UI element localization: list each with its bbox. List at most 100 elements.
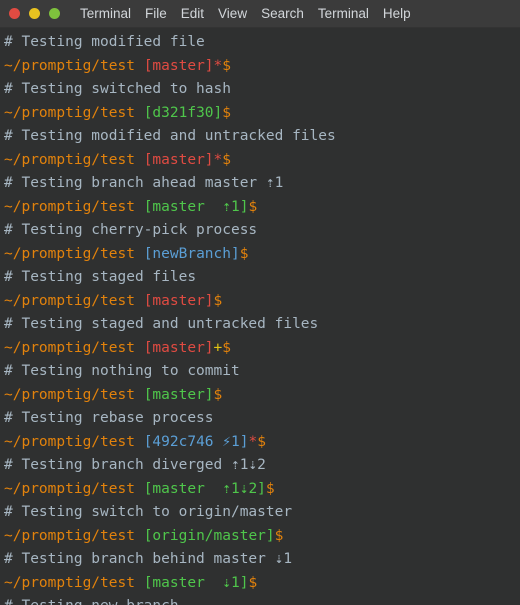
git-status-flag: * [248, 433, 258, 450]
prompt-line: ~/promptig/test [d321f30]$ [2, 102, 520, 126]
comment-text: # Testing branch ahead master ⇡1 [4, 175, 284, 191]
prompt-line: ~/promptig/test [492c746 ⚡1]*$ [2, 431, 520, 455]
terminal-window: Terminal File Edit View Search Terminal Help #… [0, 0, 520, 605]
comment-line: # Testing cherry-pick process [2, 219, 520, 243]
comment-text: # Testing branch behind master ⇣1 [4, 551, 293, 567]
git-branch-indicator: [master] [143, 57, 214, 74]
git-branch-indicator: [newBranch] [143, 245, 240, 262]
git-branch-indicator: [master ⇣1] [143, 574, 249, 591]
git-branch-indicator: [origin/master] [143, 527, 275, 544]
prompt-symbol: $ [274, 527, 284, 544]
prompt-line: ~/promptig/test [master ⇡1⇣2]$ [2, 478, 520, 502]
prompt-path: ~/promptig/test [4, 527, 135, 544]
git-branch-indicator: [master] [143, 151, 214, 168]
prompt-line: ~/promptig/test [master]$ [2, 290, 520, 314]
comment-line: # Testing new branch [2, 595, 520, 605]
prompt-symbol: $ [239, 245, 249, 262]
prompt-path: ~/promptig/test [4, 245, 135, 262]
prompt-path: ~/promptig/test [4, 339, 135, 356]
comment-text: # Testing staged files [4, 269, 197, 285]
prompt-line: ~/promptig/test [origin/master]$ [2, 525, 520, 549]
comment-text: # Testing rebase process [4, 410, 214, 426]
prompt-line: ~/promptig/test [master ⇣1]$ [2, 572, 520, 596]
menu-item-help-6[interactable]: Help [383, 0, 411, 28]
menu-item-terminal-0[interactable]: Terminal [80, 0, 131, 28]
comment-line: # Testing rebase process [2, 407, 520, 431]
menu-item-terminal-5[interactable]: Terminal [318, 0, 369, 28]
menu-item-search-4[interactable]: Search [261, 0, 304, 28]
comment-text: # Testing switched to hash [4, 81, 231, 97]
prompt-path: ~/promptig/test [4, 433, 135, 450]
comment-line: # Testing modified and untracked files [2, 125, 520, 149]
maximize-button[interactable] [49, 8, 60, 19]
comment-line: # Testing switch to origin/master [2, 501, 520, 525]
comment-text: # Testing new branch [4, 598, 179, 605]
comment-line: # Testing branch ahead master ⇡1 [2, 172, 520, 196]
comment-line: # Testing staged files [2, 266, 520, 290]
comment-line: # Testing branch behind master ⇣1 [2, 548, 520, 572]
prompt-path: ~/promptig/test [4, 480, 135, 497]
prompt-path: ~/promptig/test [4, 386, 135, 403]
prompt-symbol: $ [222, 57, 231, 74]
prompt-path: ~/promptig/test [4, 574, 135, 591]
prompt-path: ~/promptig/test [4, 292, 135, 309]
git-branch-indicator: [master ⇡1] [143, 198, 249, 215]
menu-item-edit-2[interactable]: Edit [181, 0, 204, 28]
comment-text: # Testing nothing to commit [4, 363, 240, 379]
git-branch-indicator: [master] [143, 386, 214, 403]
prompt-symbol: $ [222, 339, 231, 356]
comment-text: # Testing modified file [4, 34, 205, 50]
git-branch-indicator: [492c746 ⚡1] [143, 433, 249, 450]
close-button[interactable] [9, 8, 20, 19]
comment-line: # Testing branch diverged ⇡1⇣2 [2, 454, 520, 478]
menu-item-file-1[interactable]: File [145, 0, 167, 28]
prompt-line: ~/promptig/test [master ⇡1]$ [2, 196, 520, 220]
git-branch-indicator: [d321f30] [143, 104, 223, 121]
comment-line: # Testing switched to hash [2, 78, 520, 102]
prompt-symbol: $ [248, 574, 258, 591]
git-branch-indicator: [master] [143, 339, 214, 356]
prompt-line: ~/promptig/test [newBranch]$ [2, 243, 520, 267]
comment-line: # Testing nothing to commit [2, 360, 520, 384]
git-branch-indicator: [master ⇡1⇣2] [143, 480, 266, 497]
prompt-path: ~/promptig/test [4, 151, 135, 168]
comment-text: # Testing branch diverged ⇡1⇣2 [4, 457, 266, 473]
menu-item-view-3[interactable]: View [218, 0, 247, 28]
prompt-path: ~/promptig/test [4, 198, 135, 215]
prompt-line: ~/promptig/test [master]+$ [2, 337, 520, 361]
prompt-path: ~/promptig/test [4, 57, 135, 74]
prompt-symbol: $ [213, 386, 223, 403]
prompt-symbol: $ [213, 292, 223, 309]
prompt-symbol: $ [257, 433, 266, 450]
prompt-line: ~/promptig/test [master]*$ [2, 149, 520, 173]
prompt-symbol: $ [222, 151, 231, 168]
git-status-flag: + [213, 339, 223, 356]
git-branch-indicator: [master] [143, 292, 214, 309]
prompt-line: ~/promptig/test [master]*$ [2, 55, 520, 79]
prompt-line: ~/promptig/test [master]$ [2, 384, 520, 408]
minimize-button[interactable] [29, 8, 40, 19]
comment-line: # Testing staged and untracked files [2, 313, 520, 337]
prompt-path: ~/promptig/test [4, 104, 135, 121]
menu-bar: Terminal File Edit View Search Terminal Help [80, 0, 411, 28]
git-status-flag: * [213, 151, 223, 168]
window-controls [9, 8, 60, 19]
git-status-flag: * [213, 57, 223, 74]
terminal-output[interactable]: # Testing modified file ~/promptig/test [… [0, 28, 520, 605]
comment-text: # Testing staged and untracked files [4, 316, 319, 332]
prompt-symbol: $ [265, 480, 275, 497]
comment-text: # Testing switch to origin/master [4, 504, 293, 520]
comment-line: # Testing modified file [2, 31, 520, 55]
